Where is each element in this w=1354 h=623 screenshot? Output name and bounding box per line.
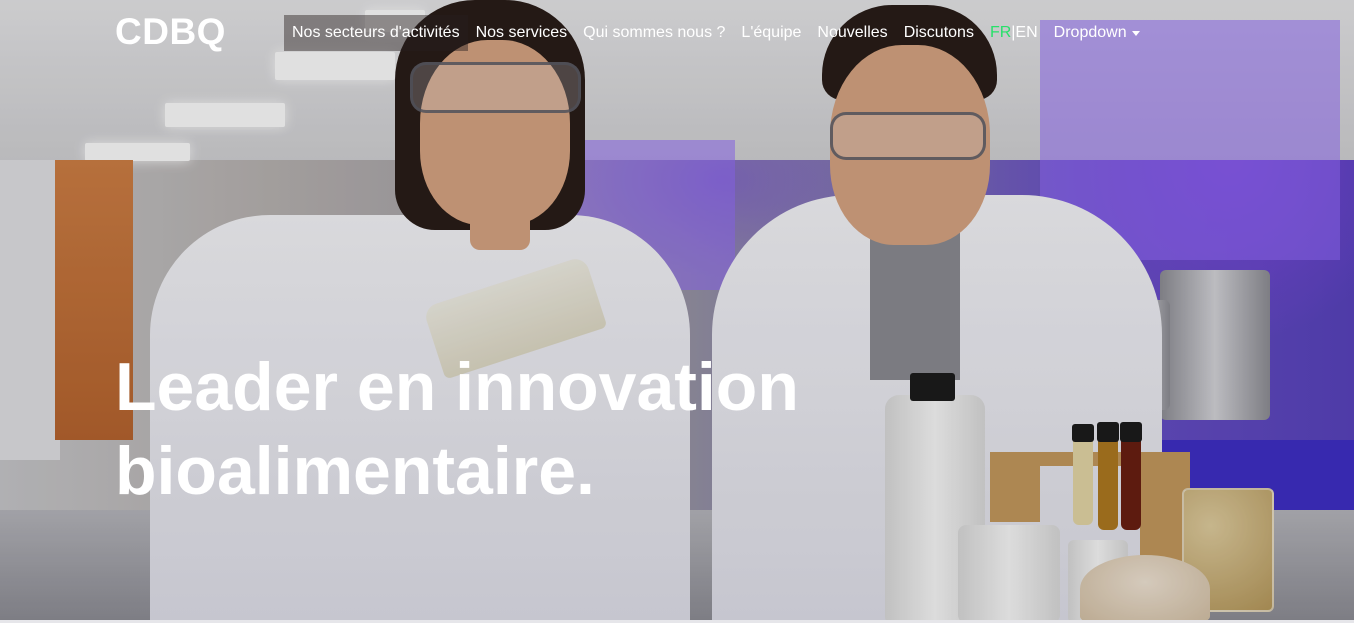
nav-link-nouvelles[interactable]: Nouvelles [809, 15, 895, 51]
caret-down-icon [1131, 30, 1140, 36]
nav-link-discutons[interactable]: Discutons [896, 15, 982, 51]
language-fr-link[interactable]: FR [990, 24, 1011, 42]
top-navbar: CDBQ Nos secteurs d'activités Nos servic… [0, 0, 1354, 66]
nav-links: Nos secteurs d'activités Nos services Qu… [284, 14, 1148, 52]
hero-overlay [0, 0, 1354, 623]
dropdown-label: Dropdown [1053, 24, 1127, 41]
language-switcher: FR | EN [982, 15, 1046, 51]
brand-logo[interactable]: CDBQ [115, 11, 226, 53]
language-en-link[interactable]: EN [1015, 24, 1037, 42]
hero-section: CDBQ Nos secteurs d'activités Nos servic… [0, 0, 1354, 623]
nav-link-secteurs[interactable]: Nos secteurs d'activités [284, 15, 468, 51]
dropdown-toggle[interactable]: Dropdown [1046, 15, 1148, 51]
hero-headline-line1: Leader en innovation [115, 349, 799, 425]
nav-link-equipe[interactable]: L'équipe [733, 15, 809, 51]
nav-link-qui-sommes-nous[interactable]: Qui sommes nous ? [575, 15, 733, 51]
hero-headline-line2: bioalimentaire. [115, 433, 595, 509]
nav-link-services[interactable]: Nos services [468, 15, 576, 51]
hero-headline: Leader en innovation bioalimentaire. [115, 345, 875, 513]
